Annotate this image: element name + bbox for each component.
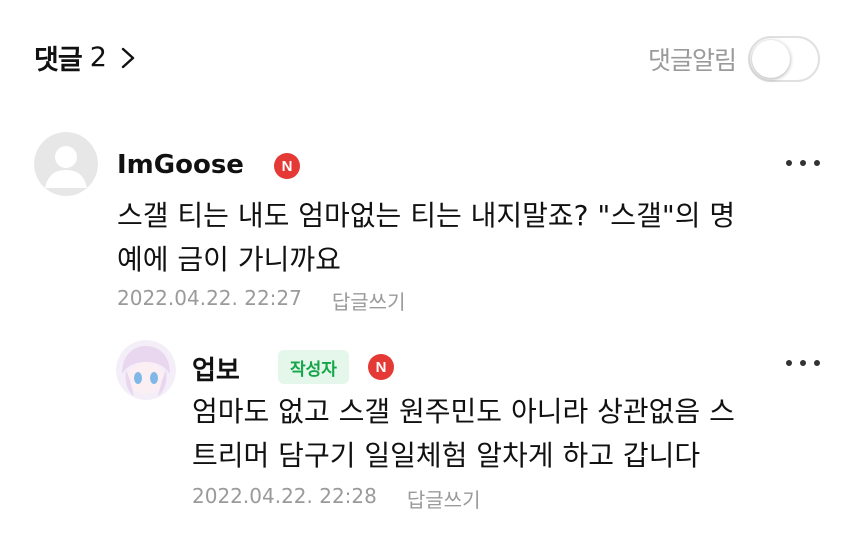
- toggle-knob: [752, 40, 790, 78]
- avatar[interactable]: [116, 340, 176, 400]
- more-dots-icon[interactable]: [786, 158, 820, 168]
- notification-toggle[interactable]: [748, 36, 820, 82]
- new-badge: N: [368, 354, 394, 380]
- avatar[interactable]: [34, 132, 98, 196]
- comments-title[interactable]: 댓글 2: [34, 38, 139, 77]
- anime-avatar-icon: [116, 340, 176, 400]
- comments-title-label: 댓글: [34, 45, 83, 76]
- comment-notification: 댓글알림: [648, 36, 820, 82]
- comments-header: 댓글 2 댓글알림: [0, 0, 850, 115]
- notification-label: 댓글알림: [647, 46, 737, 75]
- comment-text-line: 예에 금이 가니까요: [117, 243, 341, 276]
- reply-button[interactable]: 답글쓰기: [332, 286, 406, 315]
- author-badge: 작성자: [278, 350, 349, 384]
- comment-text-line: 스갤 티는 내도 엄마없는 티는 내지말죠? "스갤"의 명: [117, 199, 736, 232]
- comment-text-line: 트리머 담구기 일일체험 알차게 하고 갑니다: [192, 439, 701, 472]
- more-dots-icon[interactable]: [786, 358, 820, 368]
- new-badge: N: [274, 153, 300, 179]
- comment-text: 엄마도 없고 스갤 원주민도 아니라 상관없음 스 트리머 담구기 일일체험 알…: [192, 390, 832, 478]
- comment-author[interactable]: ImGoose: [117, 150, 244, 180]
- comment-item-reply: 업보 작성자 N 엄마도 없고 스갤 원주민도 아니라 상관없음 스 트리머 담…: [0, 330, 850, 530]
- comment-text: 스갤 티는 내도 엄마없는 티는 내지말죠? "스갤"의 명 예에 금이 가니까…: [117, 194, 827, 282]
- comment-meta: 2022.04.22. 22:27 답글쓰기: [117, 286, 405, 315]
- comment-date: 2022.04.22. 22:27: [117, 286, 302, 310]
- comment-meta: 2022.04.22. 22:28 답글쓰기: [192, 484, 480, 513]
- comment-text-line: 엄마도 없고 스갤 원주민도 아니라 상관없음 스: [192, 395, 735, 428]
- comment-item: ImGoose N 스갤 티는 내도 엄마없는 티는 내지말죠? "스갤"의 명…: [0, 120, 850, 320]
- reply-button[interactable]: 답글쓰기: [407, 484, 481, 513]
- comment-author[interactable]: 업보: [192, 350, 240, 387]
- chevron-right-icon: [121, 47, 135, 68]
- default-avatar-icon: [34, 132, 98, 196]
- comments-count: 2: [89, 42, 107, 73]
- comment-date: 2022.04.22. 22:28: [192, 484, 377, 508]
